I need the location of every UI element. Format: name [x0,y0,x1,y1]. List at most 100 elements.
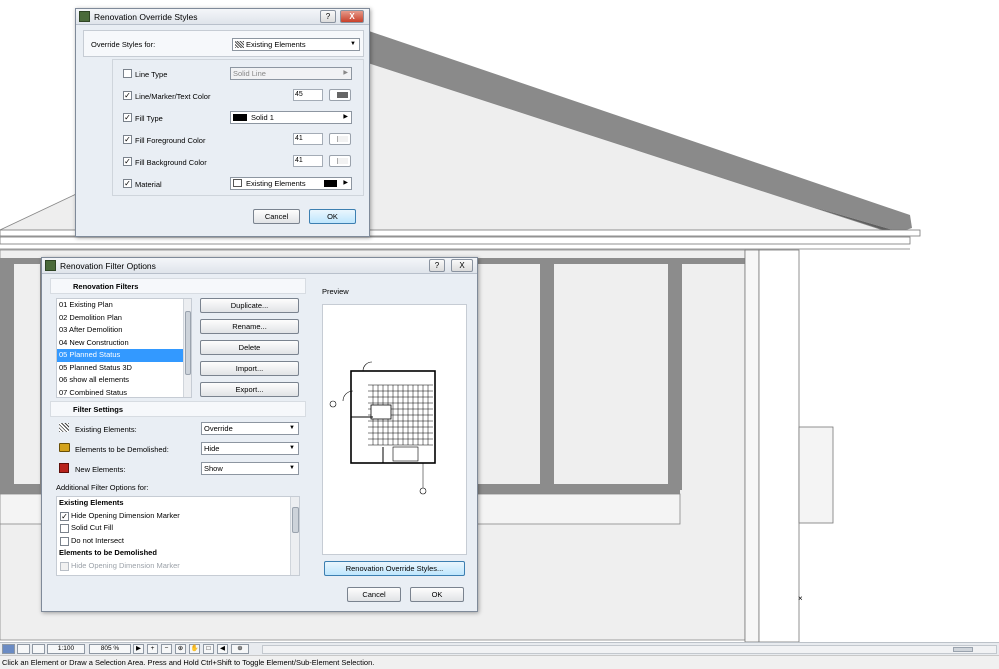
filter-options-dialog: Renovation Filter Options ? X Renovation… [41,257,478,612]
filters-list[interactable]: 01 Existing Plan 02 Demolition Plan 03 Aft… [56,298,192,398]
existing-elements-select[interactable]: Override ▼ [201,422,299,435]
layers-icon[interactable] [17,644,30,654]
override-titlebar[interactable]: Renovation Override Styles ? X [76,9,369,25]
zoom-fit-icon[interactable]: ⊕ [175,644,186,654]
zoom-menu-icon[interactable]: ▶ [133,644,144,654]
fill-type-value: Solid 1 [251,113,274,122]
horizontal-scrollbar[interactable] [262,645,997,654]
help-button[interactable]: ? [429,259,445,272]
options-scrollbar[interactable] [290,497,299,575]
demolished-elements-value: Hide [204,444,220,453]
filter-list-item[interactable]: 03 After Demolition [57,324,191,337]
fill-bg-label: Fill Background Color [135,158,207,167]
delete-button[interactable]: Delete [200,340,299,355]
material-select[interactable]: Existing Elements ▶ [230,177,352,190]
override-ok-button[interactable]: OK [309,209,356,224]
refresh-icon[interactable] [32,644,45,654]
filters-scrollbar[interactable] [183,299,191,397]
export-button[interactable]: Export... [200,382,299,397]
option-row[interactable]: Do not Intersect [57,535,299,548]
option-label: Do not Intersect [71,535,124,545]
post-5 [540,262,554,490]
filter-list-item[interactable]: 02 Demolition Plan [57,312,191,325]
close-button[interactable]: X [451,259,473,272]
preview-label: Preview [322,287,349,296]
option-row[interactable]: Solid Cut Fill [57,522,299,535]
fill-type-select[interactable]: Solid 1 ▶ [230,111,352,124]
floor-plan-preview [329,361,436,495]
filter-list-item[interactable]: 06 show all elements [57,374,191,387]
option-checkbox[interactable] [60,524,69,533]
preview-pane [322,304,467,555]
filter-titlebar[interactable]: Renovation Filter Options ? X [42,258,477,274]
settings-header: Filter Settings [73,405,124,414]
line-color-input[interactable]: 45 [293,89,323,101]
line-type-select[interactable]: Solid Line ▶ [230,67,352,80]
line-type-label: Line Type [135,70,168,79]
side-panel [798,426,834,524]
line-color-swatch[interactable] [329,89,351,101]
fill-bg-swatch[interactable] [329,155,351,167]
override-styles-dialog: Renovation Override Styles ? X Override … [75,8,370,237]
zoom-in-icon[interactable]: + [147,644,158,654]
filter-list-item[interactable]: 07 Combined Status [57,387,191,398]
demolish-bulldozer-icon [59,443,70,452]
fit-window-icon[interactable]: □ [203,644,214,654]
cursor-mark: × [798,594,803,603]
view-icon[interactable] [2,644,15,654]
override-for-value: Existing Elements [246,40,306,49]
override-for-label: Override Styles for: [91,40,156,49]
rename-button[interactable]: Rename... [200,319,299,334]
option-row[interactable]: Hide Opening Dimension Marker [57,510,299,523]
options-group-header: Existing Elements [59,498,124,507]
fill-type-checkbox[interactable] [123,113,132,122]
import-button[interactable]: Import... [200,361,299,376]
material-value: Existing Elements [246,179,306,188]
new-elements-label: New Elements: [75,465,126,474]
override-cancel-button[interactable]: Cancel [253,209,300,224]
scale-field[interactable]: 1:100 [47,644,85,654]
demolished-elements-select[interactable]: Hide ▼ [201,442,299,455]
duplicate-button[interactable]: Duplicate... [200,298,299,313]
fill-bg-checkbox[interactable] [123,157,132,166]
renovation-override-styles-button[interactable]: Renovation Override Styles... [324,561,465,576]
option-checkbox[interactable] [60,536,69,546]
filter-ok-button[interactable]: OK [410,587,464,602]
line-type-checkbox[interactable] [123,69,132,78]
drawing-canvas[interactable]: × Renovation Override Styles ? X Overrid… [0,0,999,642]
filter-list-item[interactable]: 05 Planned Status 3D [57,362,191,375]
line-color-checkbox[interactable] [123,91,132,100]
demolished-elements-label: Elements to be Demolished: [75,445,169,454]
existing-hatch-icon [59,423,69,432]
new-elements-select[interactable]: Show ▼ [201,462,299,475]
help-button[interactable]: ? [320,10,336,23]
option-label: Hide Opening Dimension Marker [71,560,180,570]
line-color-label: Line/Marker/Text Color [135,92,211,101]
fill-fg-swatch[interactable] [329,133,351,145]
view-toolbar: 1:100 805 % ▶ + − ⊕ ✋ □ ◀ ⊕ [0,642,999,655]
archicad-app-icon [45,260,56,271]
filter-list-item[interactable]: 05 Planned Status [57,349,191,362]
zoom-out-icon[interactable]: − [161,644,172,654]
column-2 [758,249,800,642]
previous-view-icon[interactable]: ◀ [217,644,228,654]
filter-dialog-title: Renovation Filter Options [60,261,156,271]
pan-icon[interactable]: ✋ [189,644,200,654]
filter-list-item[interactable]: 01 Existing Plan [57,299,191,312]
fill-bg-input[interactable]: 41 [293,155,323,167]
orbit-icon[interactable]: ⊕ [231,644,249,654]
fill-fg-input[interactable]: 41 [293,133,323,145]
option-checkbox[interactable] [60,511,69,521]
fill-fg-label: Fill Foreground Color [135,136,206,145]
fill-fg-checkbox[interactable] [123,135,132,144]
filters-list-items: 01 Existing Plan 02 Demolition Plan 03 Aft… [57,299,191,398]
close-button[interactable]: X [340,10,364,23]
additional-options-list[interactable]: Existing Elements Hide Opening Dimension … [56,496,300,576]
existing-elements-value: Override [204,424,233,433]
material-checkbox[interactable] [123,179,132,188]
existing-hatch-icon [235,41,244,48]
zoom-field[interactable]: 805 % [89,644,131,654]
filter-list-item[interactable]: 04 New Construction [57,337,191,350]
filter-cancel-button[interactable]: Cancel [347,587,401,602]
override-for-select[interactable]: Existing Elements ▼ [232,38,360,51]
